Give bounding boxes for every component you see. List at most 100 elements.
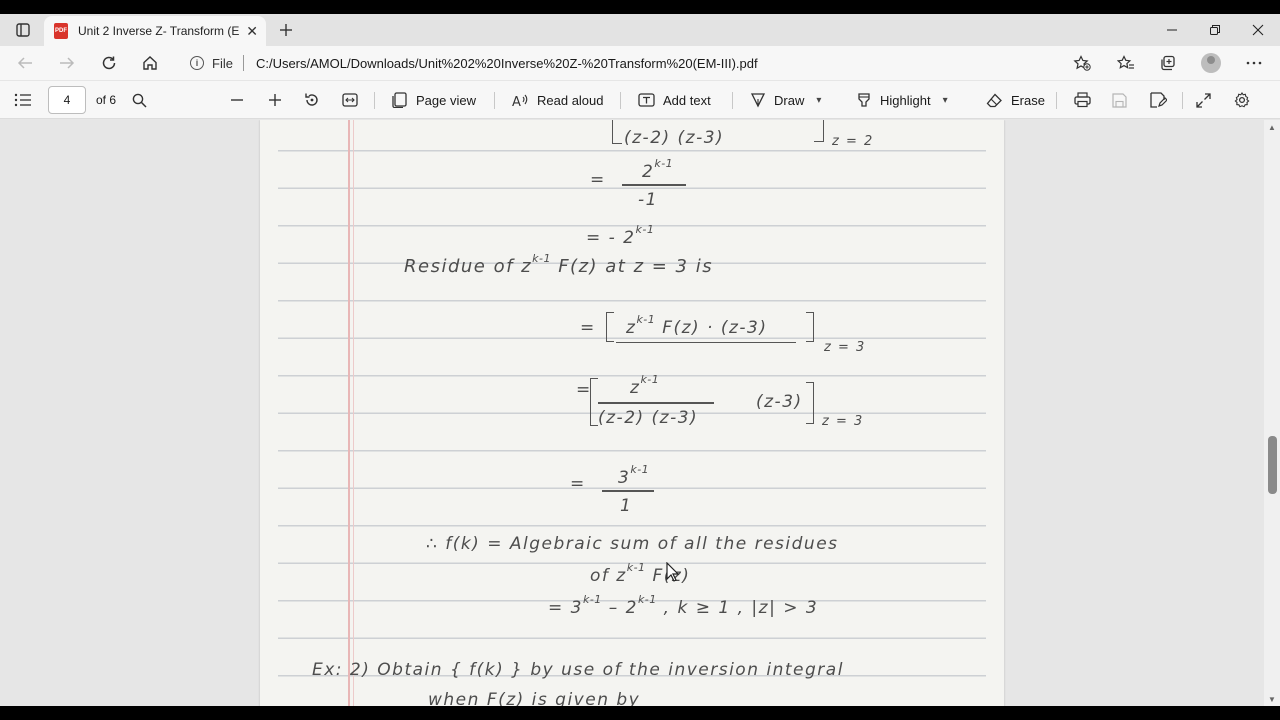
scroll-up-icon[interactable]: ▲: [1264, 120, 1280, 134]
page-view-label: Page view: [416, 92, 476, 108]
minimize-icon: [1167, 29, 1177, 31]
mouse-cursor-icon: [666, 562, 680, 582]
toolbar-divider: [374, 92, 375, 109]
collections-icon: [1161, 55, 1175, 71]
toolbar-divider: [620, 92, 621, 109]
bracket-right: [814, 120, 824, 142]
page-view-button[interactable]: Page view: [392, 81, 476, 119]
equation-subscript: z = 2: [832, 134, 874, 149]
read-aloud-button[interactable]: A Read aloud: [512, 81, 604, 119]
erase-label: Erase: [1011, 92, 1045, 108]
equation-line: zk-1 F(z) · (z-3): [626, 313, 768, 338]
scrollbar-thumb[interactable]: [1268, 436, 1277, 494]
table-of-contents-button[interactable]: [14, 81, 32, 119]
star-plus-icon: [1073, 55, 1091, 71]
equals-sign: =: [570, 474, 586, 494]
fraction-numerator: 3k-1: [618, 463, 650, 488]
more-horizontal-icon: [1246, 61, 1262, 65]
collections-button[interactable]: [1154, 51, 1182, 75]
equation-line: = 3k-1 – 2k-1 , k ≥ 1 , |z| > 3: [548, 593, 819, 618]
equation-subscript: z = 3: [824, 340, 866, 355]
url-text[interactable]: C:/Users/AMOL/Downloads/Unit%202%20Inver…: [256, 56, 758, 71]
page-number-input[interactable]: 4: [48, 86, 86, 114]
save-as-button[interactable]: [1150, 81, 1167, 119]
new-tab-button[interactable]: [274, 18, 298, 42]
zoom-in-button[interactable]: [268, 81, 282, 119]
add-text-button[interactable]: Add text: [638, 81, 711, 119]
url-scheme-label: File: [212, 55, 233, 71]
page-count-label: of 6: [96, 93, 117, 107]
profile-button[interactable]: [1197, 51, 1225, 75]
toolbar-divider: [494, 92, 495, 109]
chevron-down-icon[interactable]: ▾: [943, 95, 948, 106]
draw-button[interactable]: Draw ▾: [750, 81, 821, 119]
forward-button[interactable]: [54, 51, 80, 75]
url-separator: [242, 55, 244, 71]
equation-denominator: (z-2) (z-3): [624, 128, 725, 148]
close-icon: [1252, 24, 1264, 36]
fullscreen-button[interactable]: [1196, 81, 1211, 119]
plus-icon: [280, 24, 292, 36]
bracket-right: [806, 312, 814, 342]
fraction-bar: [598, 402, 714, 404]
favorites-button[interactable]: [1112, 51, 1140, 75]
fraction-denominator: 1: [620, 496, 633, 516]
back-button[interactable]: [12, 51, 38, 75]
minimize-button[interactable]: [1150, 14, 1194, 46]
find-button[interactable]: [132, 81, 147, 119]
pdf-page: (z-2) (z-3) z = 2 = 2k-1 -1 = - 2k-1 Res…: [260, 120, 1004, 706]
vertical-scrollbar[interactable]: ▲ ▼: [1264, 120, 1280, 706]
fit-to-page-button[interactable]: [342, 81, 358, 119]
list-icon: [14, 93, 31, 107]
favorites-icon: [1117, 55, 1134, 69]
settings-more-button[interactable]: [1240, 51, 1268, 75]
expand-icon: [1196, 92, 1211, 108]
scroll-down-icon[interactable]: ▼: [1264, 692, 1280, 706]
search-icon: [132, 93, 147, 108]
url-field[interactable]: i File C:/Users/AMOL/Downloads/Unit%202%…: [178, 50, 1098, 76]
fraction-denominator: (z-2) (z-3): [598, 408, 699, 428]
chevron-down-icon[interactable]: ▾: [816, 95, 821, 106]
pdf-file-icon: PDF: [54, 23, 68, 39]
page-view-icon: [392, 92, 407, 108]
text-line: when F(z) is given by: [428, 690, 641, 706]
info-icon[interactable]: i: [190, 56, 204, 70]
text-line: ∴ f(k) = Algebraic sum of all the residu…: [426, 534, 839, 554]
fraction-bar: [622, 184, 686, 186]
erase-button[interactable]: Erase: [986, 81, 1045, 119]
add-favorite-button[interactable]: [1068, 51, 1096, 75]
refresh-button[interactable]: [96, 51, 122, 75]
plus-icon: [269, 94, 281, 106]
equation-line: = - 2k-1: [586, 223, 655, 248]
equals-sign: =: [580, 318, 596, 338]
zoom-out-button[interactable]: [230, 81, 244, 119]
read-aloud-label: Read aloud: [537, 92, 604, 108]
highlight-button[interactable]: Highlight ▾: [856, 81, 948, 119]
save-disk-icon: [1112, 92, 1127, 108]
toolbar-divider: [1056, 92, 1057, 109]
home-button[interactable]: [137, 51, 163, 75]
pdf-settings-button[interactable]: [1234, 81, 1250, 119]
text-line: Ex: 2) Obtain { f(k) } by use of the inv…: [312, 660, 844, 680]
pdf-viewer[interactable]: (z-2) (z-3) z = 2 = 2k-1 -1 = - 2k-1 Res…: [0, 120, 1280, 706]
printer-icon: [1074, 92, 1091, 108]
restore-button[interactable]: [1193, 14, 1237, 46]
refresh-icon: [102, 56, 116, 70]
tab-close-icon[interactable]: ✕: [246, 23, 258, 40]
fraction-denominator: -1: [638, 190, 658, 210]
save-button[interactable]: [1112, 81, 1127, 119]
browser-window: PDF Unit 2 Inverse Z- Transform (EM-III)…: [0, 14, 1280, 706]
svg-text:A: A: [512, 95, 521, 108]
close-window-button[interactable]: [1236, 14, 1280, 46]
tab-active-pdf[interactable]: PDF Unit 2 Inverse Z- Transform (EM-III)…: [44, 16, 266, 46]
rotate-button[interactable]: [304, 81, 320, 119]
read-aloud-icon: A: [512, 94, 528, 108]
restore-icon: [1210, 25, 1220, 35]
tab-actions-button[interactable]: [8, 18, 38, 42]
gear-icon: [1234, 92, 1250, 108]
avatar: [1201, 53, 1221, 73]
bracket-left: [606, 312, 614, 342]
equals-sign: =: [590, 170, 606, 190]
print-button[interactable]: [1074, 81, 1091, 119]
address-bar: i File C:/Users/AMOL/Downloads/Unit%202%…: [0, 46, 1280, 80]
